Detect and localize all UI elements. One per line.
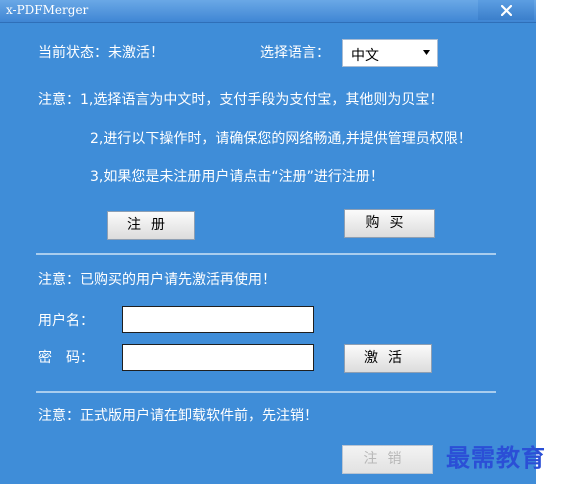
activation-note: 注意：已购买的用户请先激活再使用！ bbox=[38, 272, 276, 288]
dropdown-arrow-icon bbox=[423, 50, 430, 55]
app-window: x-PDFMerger 当前状态： 未激活！ 选择语言： 中文 注意：1,选择语… bbox=[0, 0, 536, 484]
close-button[interactable] bbox=[478, 0, 534, 20]
uninstall-note: 注意：正式版用户请在卸载软件前，先注销！ bbox=[38, 408, 318, 424]
buy-button[interactable]: 购买 bbox=[344, 209, 435, 238]
language-select[interactable]: 中文 bbox=[342, 39, 438, 67]
username-input[interactable] bbox=[122, 306, 314, 333]
status-label: 当前状态： bbox=[38, 45, 108, 61]
section-divider-bottom bbox=[36, 391, 496, 393]
deregister-button[interactable]: 注销 bbox=[342, 445, 433, 474]
status-value: 未激活！ bbox=[108, 45, 164, 61]
watermark-logo: 最需教育 bbox=[446, 443, 546, 472]
window-title: x-PDFMerger bbox=[6, 3, 89, 17]
close-icon bbox=[500, 4, 512, 17]
title-bar[interactable]: x-PDFMerger bbox=[0, 0, 536, 23]
section-divider-top bbox=[36, 253, 496, 255]
language-label: 选择语言： bbox=[260, 45, 330, 61]
activate-button[interactable]: 激活 bbox=[344, 344, 432, 373]
password-label: 密 码： bbox=[38, 350, 94, 366]
note-line-3: 3,如果您是未注册用户请点击“注册”进行注册！ bbox=[90, 169, 384, 185]
note-line-1: 注意：1,选择语言为中文时，支付手段为支付宝，其他则为贝宝！ bbox=[38, 92, 444, 108]
language-selected-value: 中文 bbox=[351, 48, 379, 64]
username-label: 用户名： bbox=[38, 313, 94, 329]
password-input[interactable] bbox=[122, 344, 314, 371]
note-line-2: 2,进行以下操作时，请确保您的网络畅通,并提供管理员权限！ bbox=[90, 131, 472, 147]
register-button[interactable]: 注册 bbox=[107, 211, 195, 240]
